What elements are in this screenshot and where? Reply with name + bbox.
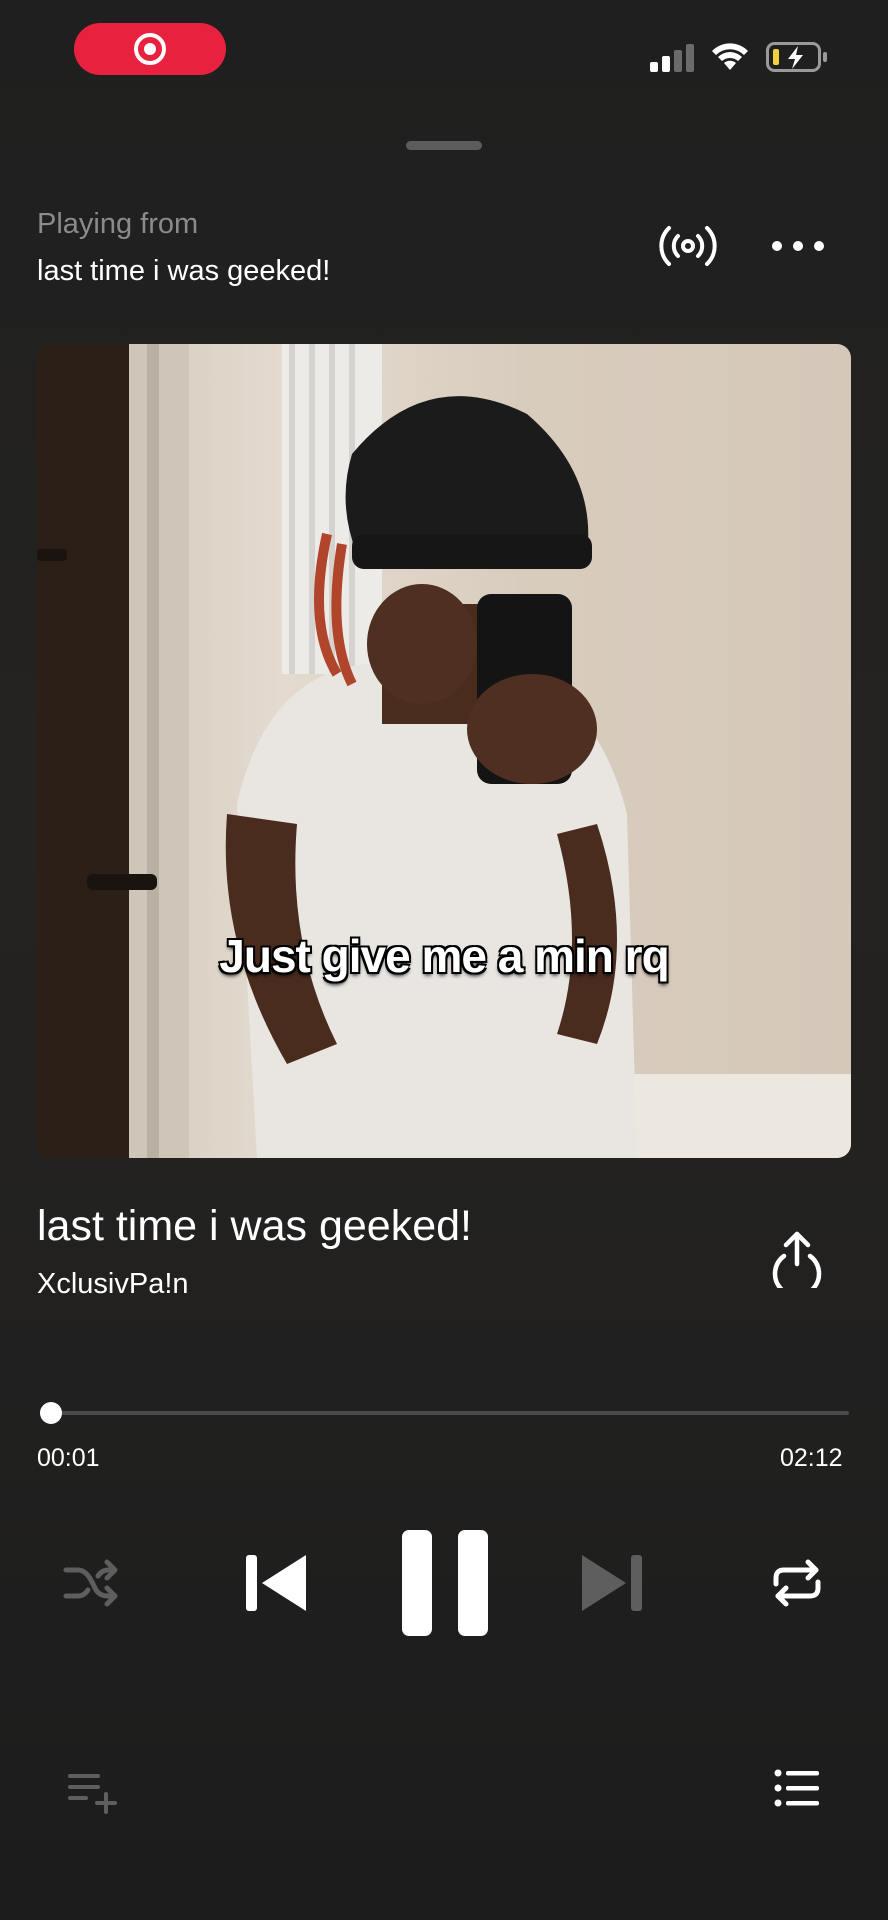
playing-from-label: Playing from (37, 208, 199, 240)
battery-charging-icon (766, 42, 827, 72)
album-artwork: Just give me a min rq (37, 344, 851, 1158)
broadcast-icon[interactable] (656, 220, 720, 272)
track-title: last time i was geeked! (37, 1202, 472, 1250)
queue-list-icon[interactable] (774, 1768, 820, 1808)
screen-recording-indicator[interactable] (74, 23, 226, 75)
skip-next-icon[interactable] (580, 1552, 644, 1614)
pause-icon[interactable] (400, 1528, 490, 1638)
skip-previous-icon[interactable] (244, 1552, 308, 1614)
more-options-button[interactable] (764, 226, 832, 266)
artwork-photo (37, 344, 851, 1158)
playing-from-context[interactable]: last time i was geeked! (37, 255, 330, 288)
cellular-signal-icon (650, 44, 694, 72)
record-icon (134, 33, 166, 65)
artwork-caption: Just give me a min rq (219, 930, 669, 982)
repeat-icon[interactable] (770, 1558, 824, 1608)
progress-track[interactable] (45, 1411, 849, 1415)
wifi-icon (712, 43, 748, 70)
progress-scrubber[interactable] (40, 1402, 62, 1424)
total-time: 02:12 (780, 1444, 843, 1472)
artist-name[interactable]: XclusivPa!n (37, 1268, 189, 1301)
sheet-grabber[interactable] (406, 141, 482, 150)
share-icon[interactable] (770, 1230, 824, 1288)
more-horizontal-icon (772, 241, 782, 251)
add-to-playlist-icon[interactable] (66, 1770, 118, 1816)
elapsed-time: 00:01 (37, 1444, 100, 1472)
shuffle-icon[interactable] (62, 1558, 120, 1608)
